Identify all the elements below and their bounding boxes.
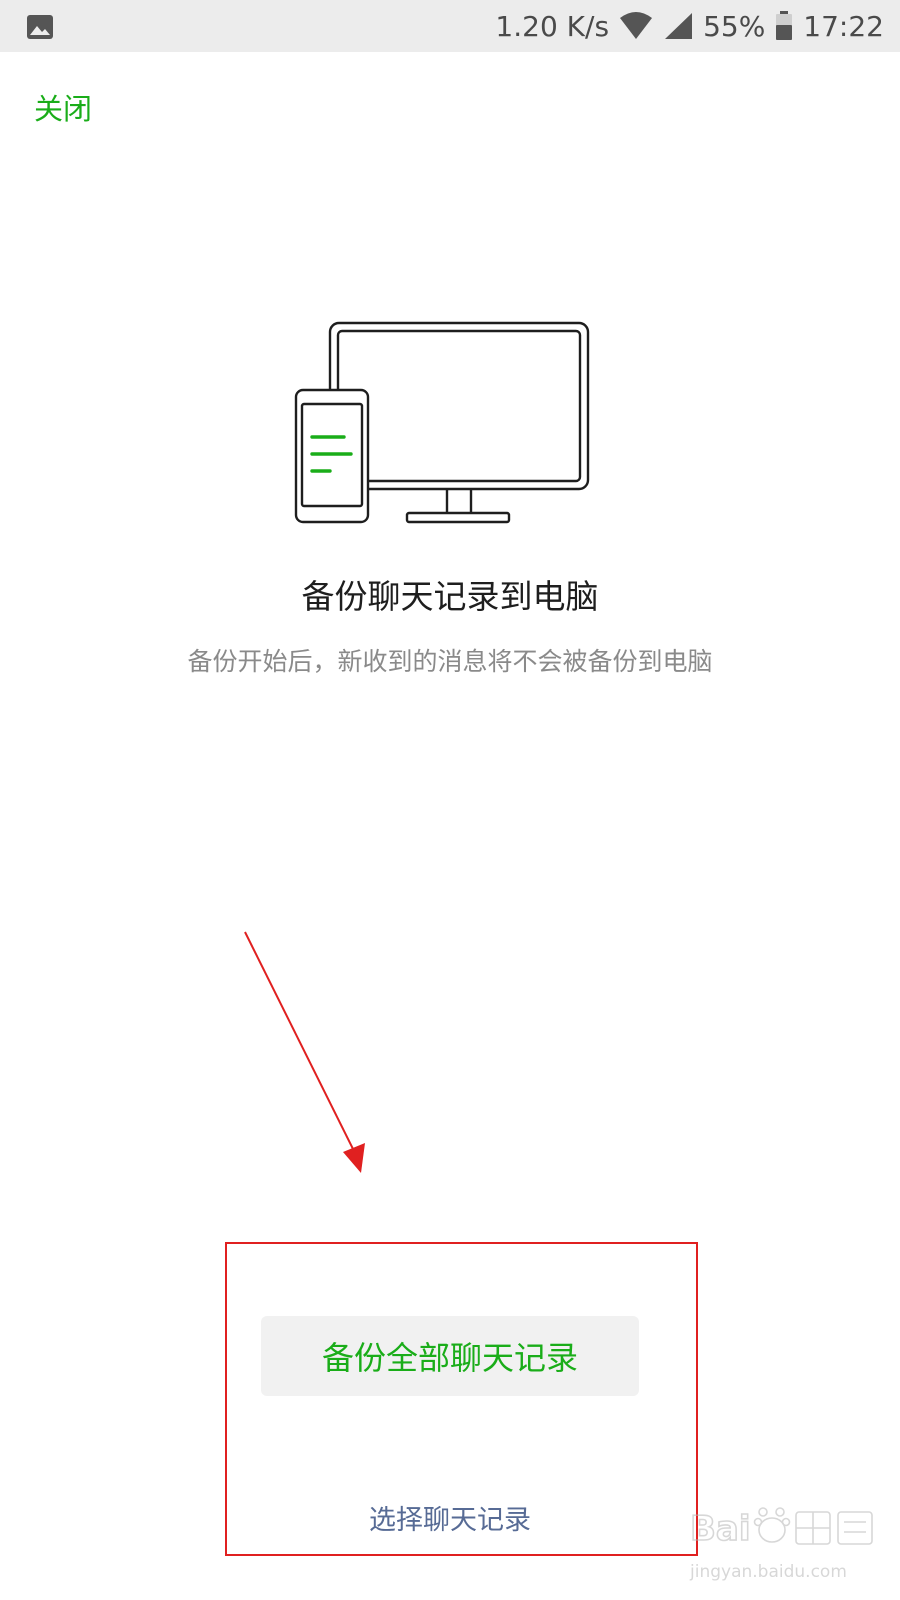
page-title: 备份聊天记录到电脑 (301, 577, 599, 616)
monitor-phone-icon (294, 321, 590, 524)
network-speed: 1.20 K/s (495, 9, 610, 43)
close-button[interactable]: 关闭 (34, 86, 92, 128)
page-subtitle: 备份开始后，新收到的消息将不会被备份到电脑 (187, 647, 713, 676)
watermark-url: jingyan.baidu.com (690, 1562, 847, 1582)
backup-all-label: 备份全部聊天记录 (321, 1339, 578, 1377)
gallery-icon (27, 15, 53, 39)
baidu-jingyan-logo-icon: Bai (689, 1507, 873, 1550)
status-bar: 1.20 K/s 55% 17:22 (0, 0, 900, 52)
status-indicators: 1.20 K/s 55% 17:22 (485, 0, 884, 52)
signal-icon (665, 13, 693, 39)
battery-icon (776, 11, 793, 40)
watermark: Bai jingyan.baidu.com (688, 1500, 888, 1590)
svg-text:Bai: Bai (690, 1509, 751, 1549)
wifi-icon (620, 12, 653, 39)
clock: 17:22 (803, 9, 884, 43)
battery-percent: 55% (703, 9, 766, 43)
backup-all-button[interactable]: 备份全部聊天记录 (261, 1316, 639, 1396)
